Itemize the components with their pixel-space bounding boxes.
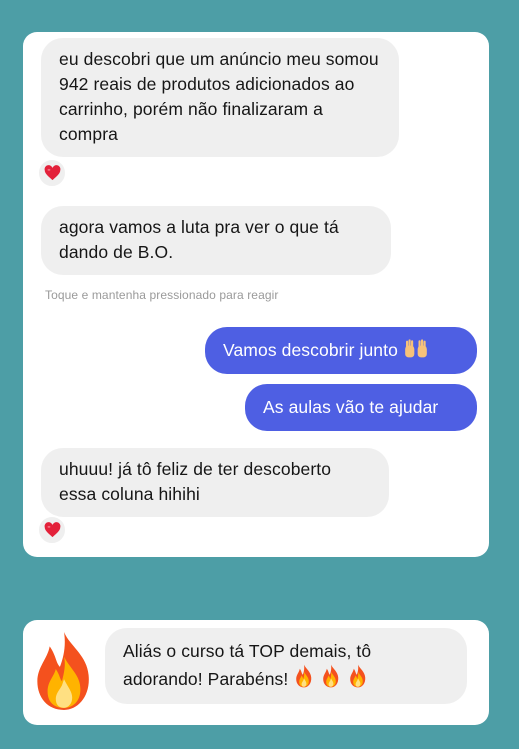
outgoing-message-bubble[interactable]: Vamos descobrir junto (205, 327, 477, 374)
incoming-message-bubble[interactable]: uhuuu! já tô feliz de ter descoberto ess… (41, 448, 389, 517)
message-reaction[interactable] (37, 158, 67, 188)
fire-icon (320, 664, 342, 688)
outgoing-message-bubble[interactable]: As aulas vão te ajudar (245, 384, 477, 431)
fire-icon (347, 664, 369, 688)
message-reaction[interactable] (37, 515, 67, 545)
raising-hands-icon (403, 339, 429, 359)
chat-card: Aliás o curso tá TOP demais, tô adorando… (23, 620, 489, 725)
message-text: As aulas vão te ajudar (263, 397, 439, 417)
message-text: agora vamos a luta pra ver o que tá dand… (59, 217, 339, 262)
message-text: Vamos descobrir junto (223, 340, 398, 360)
message-text: eu descobri que um anúncio meu somou 942… (59, 49, 379, 144)
red-heart-icon (44, 522, 61, 538)
message-text: uhuuu! já tô feliz de ter descoberto ess… (59, 459, 332, 504)
chat-card: eu descobri que um anúncio meu somou 942… (23, 32, 489, 557)
incoming-message-bubble[interactable]: eu descobri que um anúncio meu somou 942… (41, 38, 399, 157)
reaction-hint: Toque e mantenha pressionado para reagir (45, 288, 279, 302)
incoming-message-bubble[interactable]: Aliás o curso tá TOP demais, tô adorando… (105, 628, 467, 704)
incoming-message-bubble[interactable]: agora vamos a luta pra ver o que tá dand… (41, 206, 391, 275)
fire-icon (31, 630, 97, 712)
red-heart-icon (44, 165, 61, 181)
fire-icon (293, 664, 315, 688)
